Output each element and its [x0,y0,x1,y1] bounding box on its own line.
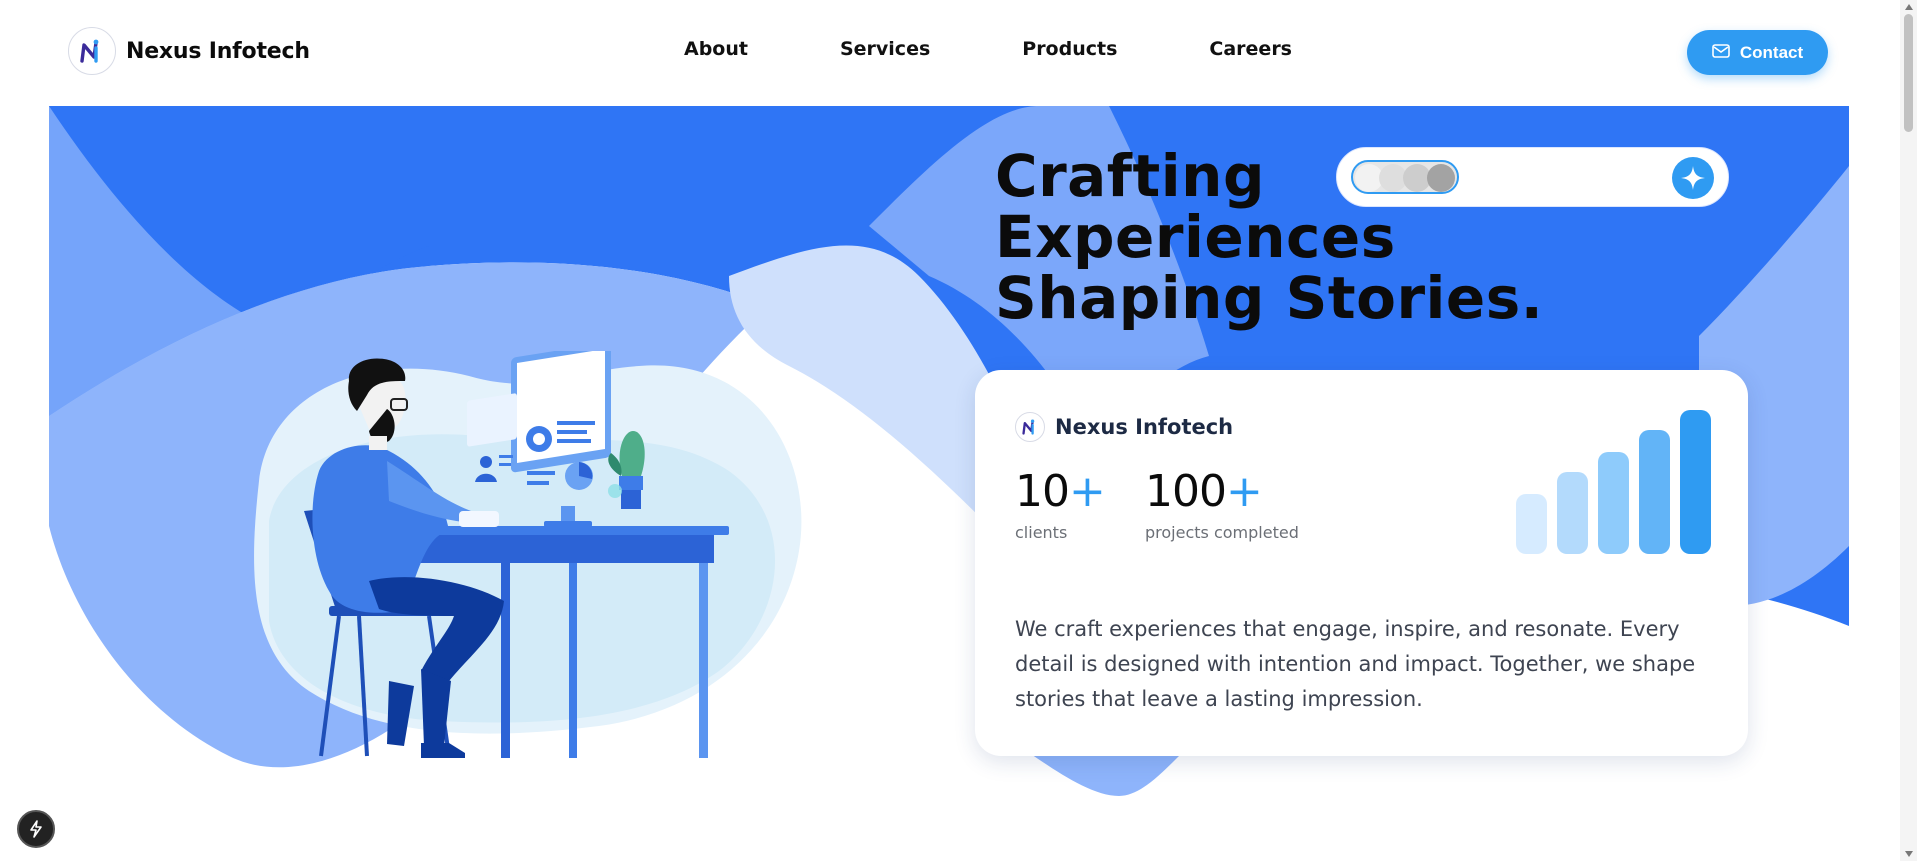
main-nav: About Services Products Careers [684,38,1292,60]
nav-link-careers[interactable]: Careers [1209,38,1292,60]
scroll-down-arrow-icon[interactable] [1905,851,1913,857]
brand[interactable]: Nexus Infotech [68,27,310,75]
card-brand: Nexus Infotech [1015,412,1233,442]
stat-suffix: + [1069,466,1106,517]
stat-number: 100+ [1145,466,1299,517]
top-navbar: Nexus Infotech About Services Products C… [0,0,1900,106]
brand-name: Nexus Infotech [126,38,310,64]
nav-link-about[interactable]: About [684,38,748,60]
nav-link-products[interactable]: Products [1022,38,1117,60]
bar-4 [1639,430,1670,554]
headline-line-2: Experiences [995,203,1396,271]
stat-label: clients [1015,523,1068,542]
scroll-up-arrow-icon[interactable] [1905,4,1913,10]
mail-icon [1712,43,1730,63]
hero-section: Crafting Experiences Shaping Stories. Ne… [49,106,1849,796]
stats-card: Nexus Infotech 10+ clients 100+ projects… [975,370,1748,756]
bar-2 [1557,472,1588,554]
bolt-icon[interactable] [17,810,55,848]
bar-3 [1598,452,1629,554]
stat-value: 10 [1015,466,1070,517]
card-description: We craft experiences that engage, inspir… [1015,617,1696,711]
bar-1 [1516,494,1547,554]
toggle-dots-icon[interactable] [1351,160,1459,194]
nexus-logo-icon [68,27,116,75]
nav-link-services[interactable]: Services [840,38,930,60]
bar-5 [1680,410,1711,554]
hero-search-pill[interactable] [1336,147,1729,207]
page-scrollbar[interactable] [1900,0,1917,861]
headline-line-3: Shaping Stories. [995,264,1544,332]
stat-clients: 10+ clients [1015,466,1106,542]
nexus-logo-icon [1015,412,1045,442]
stat-label: projects completed [1145,523,1299,542]
person-at-desk-illustration [239,342,804,761]
contact-label: Contact [1739,42,1804,62]
scroll-thumb[interactable] [1904,14,1913,132]
stat-projects: 100+ projects completed [1145,466,1299,542]
bar-chart-graphic [1516,410,1711,554]
stat-number: 10+ [1015,466,1106,517]
card-brand-name: Nexus Infotech [1055,415,1234,439]
stat-value: 100 [1145,466,1227,517]
stat-suffix: + [1225,466,1263,517]
sparkle-icon[interactable] [1672,157,1714,199]
contact-button[interactable]: Contact [1687,30,1828,75]
